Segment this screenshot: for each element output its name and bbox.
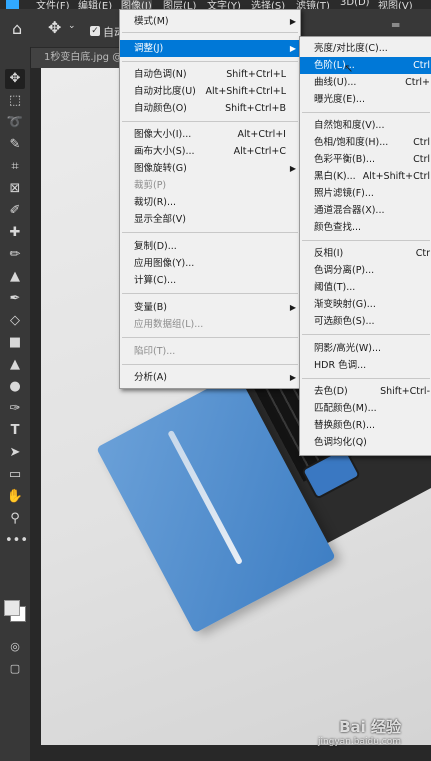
menu-item-calculations[interactable]: 计算(C)... (120, 272, 300, 289)
menu-item-variables[interactable]: 变量(B) ▶ (120, 299, 300, 316)
menu-item-color-lookup[interactable]: 颜色查找... (300, 219, 431, 236)
chevron-down-icon[interactable]: ⌄ (68, 21, 76, 31)
brush-tool-icon[interactable]: ✏ (5, 245, 25, 265)
menu-filter[interactable]: 滤镜(T) (296, 0, 330, 9)
menu-image[interactable]: 图像(I) (121, 0, 152, 9)
menu-item-replace-color[interactable]: 替换颜色(R)... (300, 417, 431, 434)
menu-file[interactable]: 文件(F) (36, 0, 70, 9)
foreground-color-swatch[interactable] (4, 600, 20, 616)
lasso-tool-icon[interactable]: ➰ (5, 113, 25, 133)
gradient-tool-icon[interactable]: ■ (5, 333, 25, 353)
menu-item-levels[interactable]: 色阶(L)... Ctrl (300, 57, 431, 74)
menu-item-selective-color[interactable]: 可选颜色(S)... (300, 313, 431, 330)
menu-item-apply-image[interactable]: 应用图像(Y)... (120, 255, 300, 272)
quick-mask-icon[interactable]: ◎ (5, 637, 25, 657)
menu-item-exposure[interactable]: 曝光度(E)... (300, 91, 431, 108)
menu-type[interactable]: 文字(Y) (207, 0, 241, 9)
zoom-tool-icon[interactable]: ⚲ (5, 509, 25, 529)
stamp-tool-icon[interactable]: ▲ (5, 267, 25, 287)
menu-item-hue-saturation[interactable]: 色相/饱和度(H)... Ctrl (300, 134, 431, 151)
menu-edit[interactable]: 编辑(E) (78, 0, 112, 9)
menu-item-analysis[interactable]: 分析(A) ▶ (120, 369, 300, 386)
menu-item-image-rotation[interactable]: 图像旋转(G) ▶ (120, 160, 300, 177)
adjustments-submenu: 亮度/对比度(C)... 色阶(L)... Ctrl ↖ 曲线(U)... Ctrl… (299, 36, 431, 456)
home-icon[interactable]: ⌂ (12, 19, 22, 38)
menu-item-equalize[interactable]: 色调均化(Q) (300, 434, 431, 451)
menu-item-duplicate[interactable]: 复制(D)... (120, 238, 300, 255)
rectangle-tool-icon[interactable]: ▭ (5, 465, 25, 485)
menu-item-auto-tone[interactable]: 自动色调(N) Shift+Ctrl+L (120, 66, 300, 83)
menu-item-threshold[interactable]: 阈值(T)... (300, 279, 431, 296)
menu-item-hdr-toning[interactable]: HDR 色调... (300, 357, 431, 374)
auto-select-checkbox[interactable]: ✓ (90, 26, 100, 36)
menu-item-vibrance[interactable]: 自然饱和度(V)... (300, 117, 431, 134)
menu-item-canvas-size[interactable]: 画布大小(S)... Alt+Ctrl+C (120, 143, 300, 160)
menu-layer[interactable]: 图层(L) (163, 0, 196, 9)
align-icon[interactable]: ═ (392, 18, 399, 32)
menu-item-desaturate[interactable]: 去色(D) Shift+Ctrl- (300, 383, 431, 400)
laptop-lid-stripe (167, 429, 243, 566)
menu-item-crop: 裁剪(P) (134, 180, 167, 191)
type-tool-icon[interactable]: T (5, 421, 25, 441)
menu-item-curves[interactable]: 曲线(U)... Ctrl+ (300, 74, 431, 91)
pen-tool-icon[interactable]: ✑ (5, 399, 25, 419)
menu-3d[interactable]: 3D(D) (340, 0, 370, 8)
image-menu: 模式(M) ▶ 调整(J) ▶ 自动色调(N) Shift+Ctrl+L 自动对比度(… (119, 9, 301, 389)
screen-mode-icon[interactable]: ▢ (5, 659, 25, 679)
tools-panel: ✥ ⬚ ➰ ✎ ⌗ ⊠ ✐ ✚ ✏ ▲ ✒ ◇ ■ ▲ ● ✑ T ➤ ▭ ✋ … (0, 47, 31, 761)
menu-item-photo-filter[interactable]: 照片滤镜(F)... (300, 185, 431, 202)
photoshop-logo-icon (6, 0, 19, 9)
menu-item-auto-color[interactable]: 自动颜色(O) Shift+Ctrl+B (120, 100, 300, 117)
menu-item-invert[interactable]: 反相(I) Ctr (300, 245, 431, 262)
menu-bar: 文件(F) 编辑(E) 图像(I) 图层(L) 文字(Y) 选择(S) 滤镜(T… (0, 0, 431, 9)
frame-tool-icon[interactable]: ⊠ (5, 179, 25, 199)
menu-item-trim[interactable]: 裁切(R)... (120, 194, 300, 211)
menu-item-posterize[interactable]: 色调分离(P)... (300, 262, 431, 279)
menu-item-image-size[interactable]: 图像大小(I)... Alt+Ctrl+I (120, 126, 300, 143)
menu-item-mode[interactable]: 模式(M) ▶ (120, 13, 300, 30)
menu-item-channel-mixer[interactable]: 通道混合器(X)... (300, 202, 431, 219)
menu-item-gradient-map[interactable]: 渐变映射(G)... (300, 296, 431, 313)
menu-select[interactable]: 选择(S) (251, 0, 285, 9)
hand-tool-icon[interactable]: ✋ (5, 487, 25, 507)
menu-item-trap: 陷印(T)... (134, 346, 176, 357)
menu-item-adjustments[interactable]: 调整(J) ▶ (120, 40, 300, 57)
eraser-tool-icon[interactable]: ◇ (5, 311, 25, 331)
menu-item-brightness-contrast[interactable]: 亮度/对比度(C)... (300, 40, 431, 57)
watermark-brand: Bai 经验 (339, 718, 401, 736)
menu-view[interactable]: 视图(V) (378, 0, 413, 9)
menu-item-black-white[interactable]: 黑白(K)... Alt+Shift+Ctrl (300, 168, 431, 185)
move-tool-icon[interactable]: ✥ (48, 18, 61, 37)
more-tools-icon[interactable]: ••• (5, 531, 28, 551)
marquee-tool-icon[interactable]: ⬚ (5, 91, 25, 111)
history-brush-tool-icon[interactable]: ✒ (5, 289, 25, 309)
watermark-url: jingyan.baidu.com (317, 737, 401, 747)
path-select-tool-icon[interactable]: ➤ (5, 443, 25, 463)
menu-item-apply-data-set: 应用数据组(L)... (134, 319, 204, 330)
healing-brush-tool-icon[interactable]: ✚ (5, 223, 25, 243)
menu-item-shadows-highlights[interactable]: 阴影/高光(W)... (300, 340, 431, 357)
quick-select-tool-icon[interactable]: ✎ (5, 135, 25, 155)
menu-item-auto-contrast[interactable]: 自动对比度(U) Alt+Shift+Ctrl+L (120, 83, 300, 100)
menu-item-match-color[interactable]: 匹配颜色(M)... (300, 400, 431, 417)
dodge-tool-icon[interactable]: ● (5, 377, 25, 397)
move-tool-icon[interactable]: ✥ (5, 69, 25, 89)
crop-tool-icon[interactable]: ⌗ (5, 157, 25, 177)
blur-tool-icon[interactable]: ▲ (5, 355, 25, 375)
menu-item-reveal-all[interactable]: 显示全部(V) (120, 211, 300, 228)
eyedropper-tool-icon[interactable]: ✐ (5, 201, 25, 221)
menu-item-color-balance[interactable]: 色彩平衡(B)... Ctrl (300, 151, 431, 168)
